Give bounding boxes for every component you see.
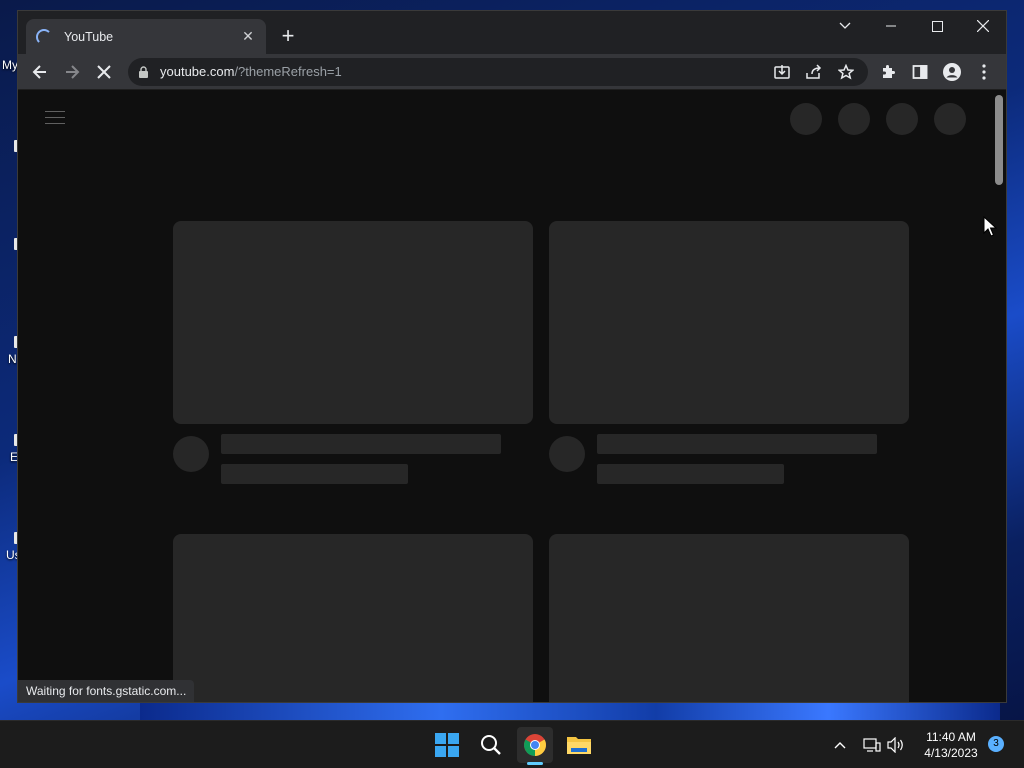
tab-search-button[interactable]	[822, 11, 868, 41]
taskbar: 11:40 AM 4/13/2023 3	[0, 720, 1024, 768]
tab-youtube[interactable]: YouTube ✕	[26, 19, 266, 54]
wallpaper	[140, 700, 1000, 722]
speaker-icon	[887, 737, 903, 753]
video-meta-skeleton	[597, 464, 784, 484]
video-meta-skeleton	[221, 464, 408, 484]
desktop-icon-label[interactable]: N	[8, 352, 17, 366]
folder-icon	[567, 737, 591, 754]
system-clock[interactable]: 11:40 AM 4/13/2023	[910, 729, 992, 761]
volume-button[interactable]	[886, 735, 906, 755]
star-icon	[838, 64, 854, 80]
back-button[interactable]	[26, 58, 54, 86]
network-icon	[863, 738, 881, 752]
loading-spinner-icon	[36, 28, 52, 45]
hamburger-menu-icon[interactable]	[45, 111, 65, 129]
video-thumbnail-skeleton	[173, 534, 533, 702]
install-icon	[774, 65, 790, 79]
start-button[interactable]	[429, 727, 465, 763]
maximize-icon	[931, 20, 943, 32]
notification-badge[interactable]: 3	[988, 736, 1004, 752]
bookmark-button[interactable]	[832, 58, 860, 86]
title-bar: YouTube ✕ +	[18, 11, 1006, 54]
mouse-cursor-icon	[983, 216, 997, 237]
tab-close-icon[interactable]: ✕	[240, 28, 256, 45]
windows-start-icon	[435, 733, 459, 757]
profile-icon	[943, 63, 961, 81]
search-icon	[481, 735, 501, 755]
video-thumbnail-skeleton	[549, 221, 909, 424]
stop-loading-button[interactable]	[90, 58, 118, 86]
clock-date: 4/13/2023	[924, 746, 978, 760]
extensions-button[interactable]	[874, 58, 902, 86]
puzzle-icon	[883, 65, 895, 78]
maximize-button[interactable]	[914, 11, 960, 41]
clock-time: 11:40 AM	[926, 730, 976, 744]
chevron-up-icon	[834, 742, 846, 749]
channel-avatar-skeleton	[549, 436, 585, 472]
active-app-indicator	[527, 762, 543, 765]
header-skeleton-circle	[838, 103, 870, 135]
taskbar-chrome-button[interactable]	[517, 727, 553, 763]
forward-button[interactable]	[58, 58, 86, 86]
share-button[interactable]	[800, 58, 828, 86]
minimize-icon	[886, 25, 896, 27]
lock-icon[interactable]	[138, 66, 149, 78]
header-skeleton-circle	[790, 103, 822, 135]
youtube-page	[18, 91, 993, 702]
status-bubble: Waiting for fonts.gstatic.com...	[18, 680, 195, 702]
header-skeleton-circle	[886, 103, 918, 135]
address-bar[interactable]: youtube.com/?themeRefresh=1	[128, 58, 868, 86]
url-path: /?themeRefresh=1	[234, 64, 342, 79]
chrome-icon	[524, 734, 546, 756]
taskbar-search-button[interactable]	[473, 727, 509, 763]
kebab-menu-icon	[982, 64, 986, 80]
header-skeleton-circle	[934, 103, 966, 135]
video-thumbnail-skeleton	[173, 221, 533, 424]
browser-toolbar: youtube.com/?themeRefresh=1	[18, 54, 1006, 90]
desktop-icon-label[interactable]: My	[2, 58, 18, 72]
profile-button[interactable]	[938, 58, 966, 86]
arrow-left-icon	[32, 65, 46, 79]
taskbar-file-explorer-button[interactable]	[561, 727, 597, 763]
tab-title: YouTube	[64, 29, 114, 44]
url-text[interactable]: youtube.com/?themeRefresh=1	[160, 64, 342, 79]
arrow-right-icon	[66, 65, 80, 79]
scrollbar-thumb[interactable]	[995, 95, 1003, 185]
channel-avatar-skeleton	[173, 436, 209, 472]
browser-window: YouTube ✕ + youtube.com/?themeRefresh=1 …	[17, 10, 1007, 703]
minimize-button[interactable]	[868, 11, 914, 41]
video-title-skeleton	[221, 434, 501, 454]
network-button[interactable]	[862, 735, 882, 755]
show-hidden-icons-button[interactable]	[830, 735, 850, 755]
close-window-button[interactable]	[960, 11, 1006, 41]
video-thumbnail-skeleton	[549, 534, 909, 702]
stop-icon	[97, 65, 111, 79]
side-panel-icon	[912, 65, 928, 79]
close-icon	[977, 20, 989, 32]
chevron-down-icon	[839, 22, 851, 29]
chrome-menu-button[interactable]	[970, 58, 998, 86]
url-host: youtube.com	[160, 64, 235, 79]
install-app-button[interactable]	[768, 58, 796, 86]
share-icon	[806, 64, 822, 79]
video-title-skeleton	[597, 434, 877, 454]
side-panel-button[interactable]	[906, 58, 934, 86]
new-tab-button[interactable]: +	[276, 25, 300, 49]
